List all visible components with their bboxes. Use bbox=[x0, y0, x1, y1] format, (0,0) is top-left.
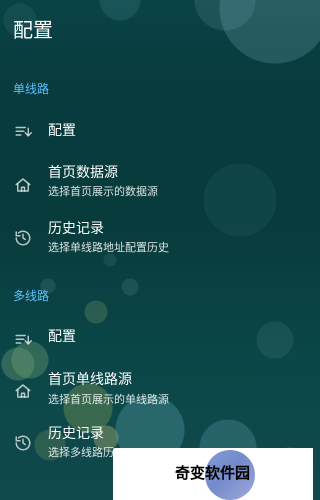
history-record-multi-subtitle: 选择多线路历 bbox=[48, 446, 114, 459]
multi-config-row[interactable]: 配置 bbox=[0, 322, 313, 358]
section-header-single-line: 单线路 bbox=[13, 82, 50, 96]
single-config-row[interactable]: 配置 bbox=[0, 114, 313, 150]
history-icon bbox=[14, 229, 32, 247]
home-single-route-source-row[interactable]: 首页单线路源 选择首页展示的单线路源 bbox=[0, 368, 313, 412]
section-header-multi-line: 多线路 bbox=[13, 289, 50, 303]
watermark: 奇变软件园 bbox=[113, 448, 313, 500]
history-record-single-row[interactable]: 历史记录 选择单线路地址配置历史 bbox=[0, 219, 313, 263]
home-data-source-title: 首页数据源 bbox=[48, 165, 118, 181]
sort-lines-icon bbox=[14, 331, 32, 349]
home-single-route-source-subtitle: 选择首页展示的单线路源 bbox=[48, 393, 169, 406]
history-record-multi-title: 历史记录 bbox=[48, 426, 104, 442]
watermark-text: 奇变软件园 bbox=[175, 464, 251, 482]
multi-config-title: 配置 bbox=[48, 329, 76, 345]
home-icon bbox=[14, 382, 32, 400]
history-record-single-title: 历史记录 bbox=[48, 221, 104, 237]
history-icon bbox=[14, 434, 32, 452]
home-single-route-source-title: 首页单线路源 bbox=[48, 372, 132, 388]
single-config-title: 配置 bbox=[48, 123, 76, 139]
home-data-source-subtitle: 选择首页展示的数据源 bbox=[48, 185, 158, 198]
history-record-single-subtitle: 选择单线路地址配置历史 bbox=[48, 241, 169, 254]
home-data-source-row[interactable]: 首页数据源 选择首页展示的数据源 bbox=[0, 162, 313, 206]
page-title: 配置 bbox=[13, 18, 53, 42]
sort-lines-icon bbox=[14, 123, 32, 141]
home-icon bbox=[14, 176, 32, 194]
